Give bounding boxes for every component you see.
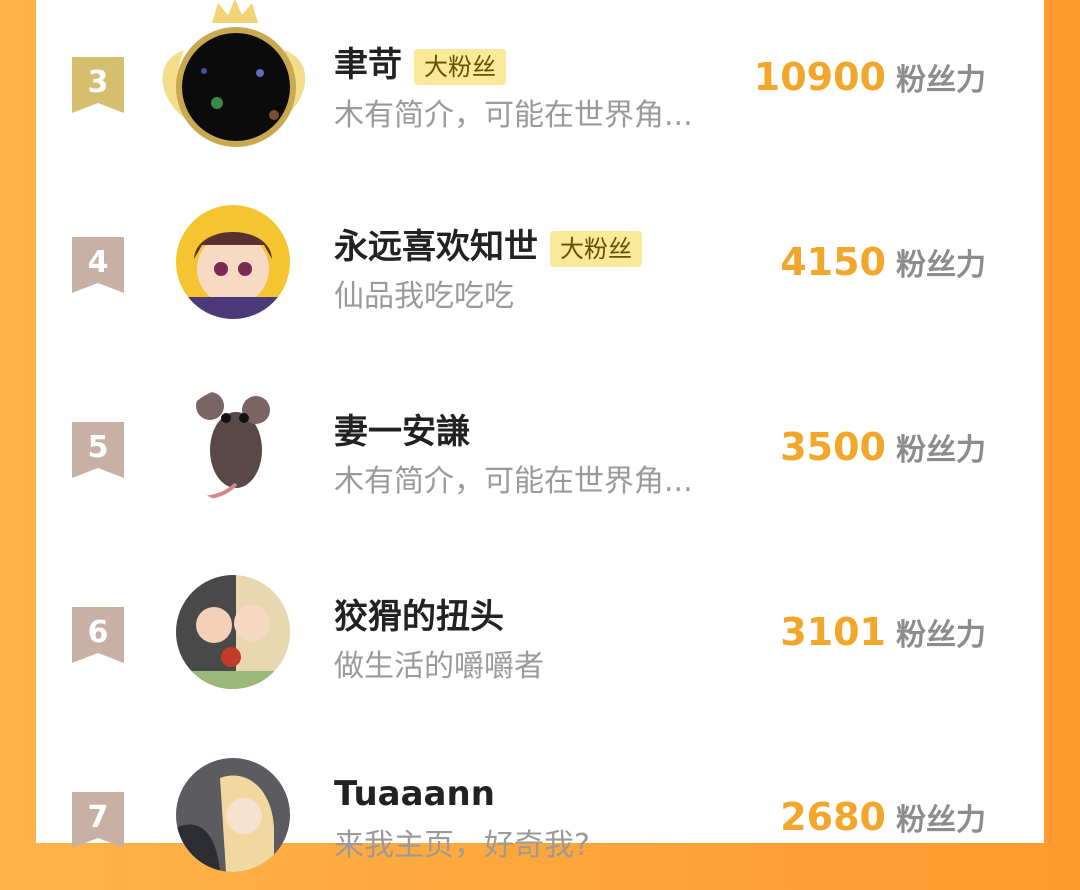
user-bio: 仙品我吃吃吃 [334,279,514,314]
avatar[interactable] [176,758,290,872]
rank-badge: 3 [72,57,124,113]
fan-power-value: 3500 [780,425,886,469]
user-name-text: 妻一安謙 [334,412,470,452]
fan-power-value: 2680 [780,795,886,839]
user-name[interactable]: 永远喜欢知世 大粉丝 [334,219,642,268]
fan-power-unit: 粉丝力 [896,803,986,838]
user-name-text: Tuaaann [334,774,495,814]
avatar[interactable] [176,388,290,502]
fan-level-badge: 大粉丝 [550,230,642,267]
rank-badge: 6 [72,607,124,663]
avatar-image [176,388,290,502]
fan-power-unit: 粉丝力 [896,618,986,653]
fan-power-value: 10900 [753,55,886,99]
list-item[interactable]: 3 聿苛 大粉丝 木有简介，可能在世界角... 10900 粉丝力 [36,0,1044,155]
fan-power: 2680 粉丝力 [780,795,986,839]
user-name-text: 永远喜欢知世 [334,227,538,267]
avatar-image [176,205,290,319]
avatar[interactable] [176,575,290,689]
fan-ranking-panel: 3 聿苛 大粉丝 木有简介，可能在世界角... 10900 粉丝力 4 永远喜欢… [36,0,1044,872]
list-item[interactable]: 5 妻一安謙 木有简介，可能在世界角... 3500 粉丝力 [36,370,1044,520]
user-bio: 来我主页，好奇我? [334,828,590,863]
fan-power: 3500 粉丝力 [780,425,986,469]
avatar[interactable] [176,27,296,147]
user-name[interactable]: Tuaaann [334,774,495,814]
rank-badge: 5 [72,422,124,478]
avatar[interactable] [176,205,290,319]
user-bio: 木有简介，可能在世界角... [334,464,693,499]
fan-power-unit: 粉丝力 [896,433,986,468]
fan-power-value: 4150 [780,240,886,284]
fan-power: 10900 粉丝力 [754,55,986,99]
fan-power: 3101 粉丝力 [780,610,986,654]
fan-power: 4150 粉丝力 [780,240,986,284]
user-bio: 做生活的嚼嚼者 [334,649,544,684]
fan-level-badge: 大粉丝 [414,48,506,85]
fan-power-unit: 粉丝力 [896,248,986,283]
user-name[interactable]: 狡猾的扭头 [334,589,504,638]
list-item[interactable]: 6 狡猾的扭头 做生活的嚼嚼者 3101 粉丝力 [36,555,1044,705]
rank-badge: 4 [72,237,124,293]
avatar-image [176,758,290,872]
user-name[interactable]: 聿苛 大粉丝 [334,37,506,86]
user-bio: 木有简介，可能在世界角... [334,98,693,133]
avatar-image [176,575,290,689]
user-name-text: 聿苛 [334,45,402,85]
user-name-text: 狡猾的扭头 [334,597,504,637]
fan-power-unit: 粉丝力 [896,63,986,98]
user-name[interactable]: 妻一安謙 [334,404,470,453]
rank-badge: 7 [72,792,124,848]
list-item[interactable]: 7 Tuaaann 来我主页，好奇我? 2680 粉丝力 [36,740,1044,890]
crown-icon [212,0,258,23]
fan-power-value: 3101 [780,610,886,654]
list-item[interactable]: 4 永远喜欢知世 大粉丝 仙品我吃吃吃 4150 粉丝力 [36,185,1044,335]
